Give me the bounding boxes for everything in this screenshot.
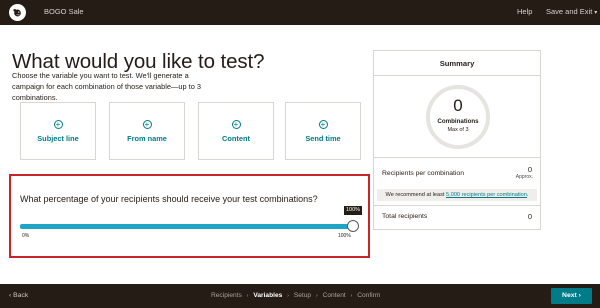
recipients-per-combination-label: Recipients per combination <box>382 170 464 177</box>
variable-card-send-time[interactable]: + Send time <box>285 102 361 160</box>
step-breadcrumb: Recipients › Variables › Setup › Content… <box>211 292 380 299</box>
plus-circle-icon: + <box>53 120 63 129</box>
variable-card-from-name[interactable]: + From name <box>109 102 185 160</box>
recipients-per-combination-approx: Approx. <box>515 174 533 180</box>
variable-card-label: Subject line <box>37 134 79 143</box>
chevron-right-icon: › <box>246 293 249 299</box>
divider <box>374 205 540 206</box>
slider-max-label: 100% <box>338 233 351 239</box>
mailchimp-logo-icon[interactable] <box>9 4 26 21</box>
summary-title: Summary <box>374 51 540 76</box>
next-button[interactable]: Next › <box>551 288 592 304</box>
page-subtitle: Choose the variable you want to test. We… <box>12 71 201 102</box>
back-button[interactable]: ‹ Back <box>9 292 28 299</box>
variable-card-content[interactable]: + Content <box>198 102 274 160</box>
percentage-slider-track[interactable] <box>20 224 353 229</box>
variable-card-label: Send time <box>305 134 341 143</box>
variable-card-label: From name <box>127 134 167 143</box>
combinations-max-label: Max of 3 <box>447 127 469 133</box>
plus-circle-icon: + <box>231 120 241 129</box>
test-percentage-panel: What percentage of your recipients shoul… <box>9 174 370 258</box>
recommendation-link[interactable]: 5,000 recipients per combination <box>446 192 527 198</box>
bottom-bar: ‹ Back Recipients › Variables › Setup › … <box>0 284 600 308</box>
summary-panel: Summary 0 Combinations Max of 3 Recipien… <box>373 50 541 230</box>
chevron-right-icon: › <box>287 293 289 299</box>
slider-min-label: 0% <box>22 233 30 239</box>
divider <box>374 157 540 158</box>
recipients-per-combination-value: 0 <box>527 165 532 174</box>
step-variables[interactable]: Variables <box>253 292 282 299</box>
combinations-ring: 0 Combinations Max of 3 <box>426 85 490 149</box>
combinations-count: 0 <box>453 96 463 115</box>
step-recipients[interactable]: Recipients <box>211 292 242 299</box>
plus-circle-icon: + <box>318 120 328 129</box>
slider-value-tooltip: 100% <box>344 206 363 215</box>
percentage-question: What percentage of your recipients shoul… <box>20 194 318 204</box>
total-recipients-value: 0 <box>527 212 532 221</box>
chevron-right-icon: › <box>350 293 353 299</box>
recommendation-suffix: . <box>526 192 529 198</box>
chevron-right-icon: › <box>315 293 318 299</box>
variable-card-label: Content <box>222 134 250 143</box>
chevron-down-icon: ▾ <box>594 10 598 16</box>
total-recipients-label: Total recipients <box>382 213 428 220</box>
step-content[interactable]: Content <box>323 292 346 299</box>
step-setup[interactable]: Setup <box>294 292 311 299</box>
plus-circle-icon: + <box>142 120 152 129</box>
percentage-slider-handle[interactable] <box>347 220 359 232</box>
campaign-title: BOGO Sale <box>44 7 84 16</box>
save-and-exit-label: Save and Exit <box>546 7 593 16</box>
recommendation-prefix: We recommend at least <box>385 192 447 198</box>
step-confirm[interactable]: Confirm <box>357 292 380 299</box>
recommendation-note: We recommend at least 5,000 recipients p… <box>377 189 537 201</box>
top-bar: BOGO Sale Help Save and Exit ▾ <box>0 0 600 25</box>
variable-card-subject-line[interactable]: + Subject line <box>20 102 96 160</box>
save-and-exit-menu[interactable]: Save and Exit ▾ <box>546 7 597 16</box>
combinations-label: Combinations <box>437 118 479 125</box>
help-link[interactable]: Help <box>517 7 532 16</box>
